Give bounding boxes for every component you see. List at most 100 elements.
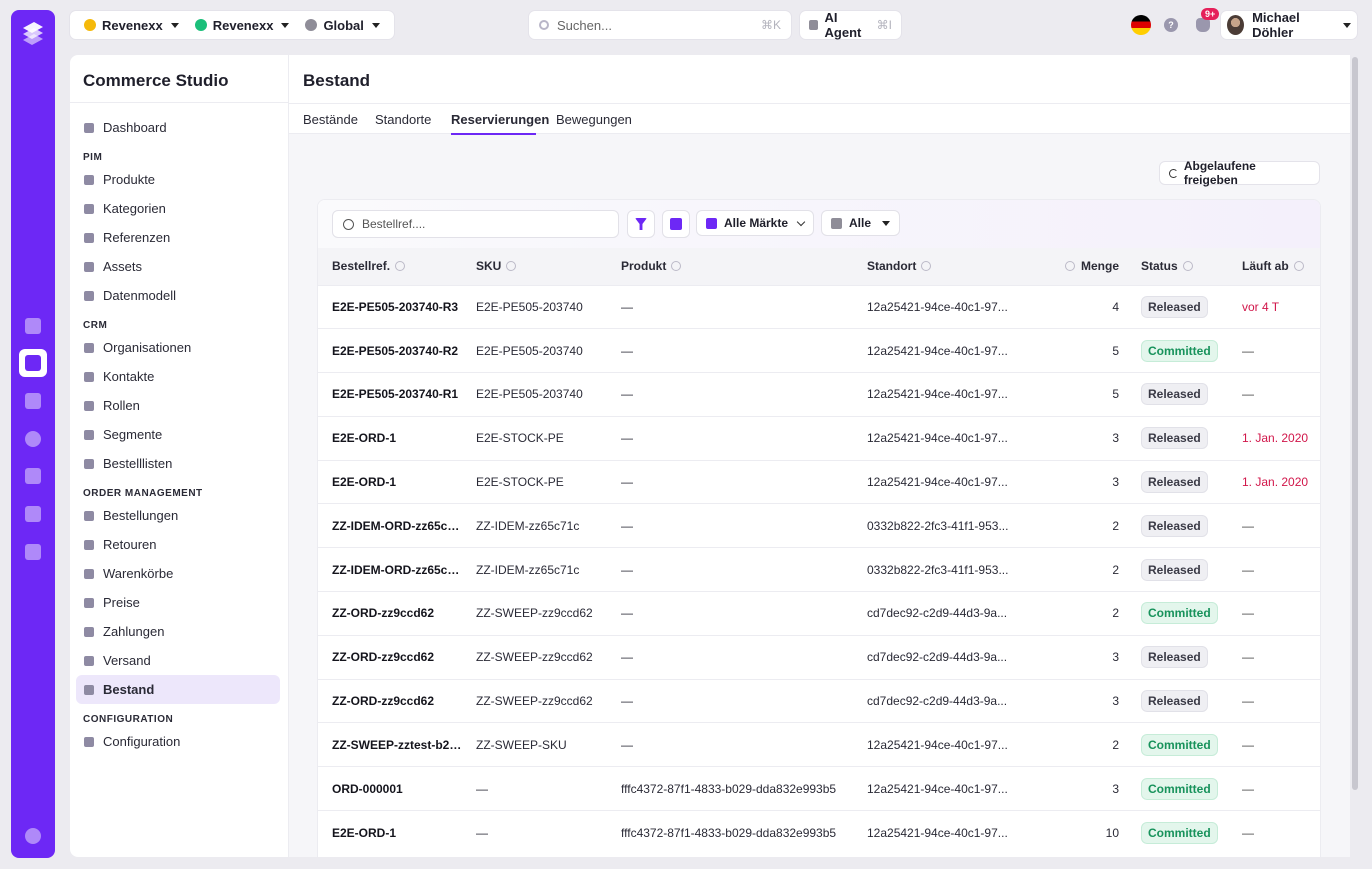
- table-row[interactable]: ORD-000001— fffc4372-87f1-4833-b029-dda83…: [318, 766, 1320, 811]
- page-scrollbar[interactable]: [1352, 57, 1358, 790]
- sidebar-item-segmente[interactable]: Segmente: [76, 420, 280, 449]
- column-header-label: Menge: [1080, 259, 1119, 274]
- rail-analytics-icon[interactable]: [19, 387, 47, 415]
- language-flag-icon[interactable]: [1131, 15, 1151, 35]
- rail-settings-icon[interactable]: [19, 822, 47, 850]
- order-ref-search-input[interactable]: Bestellref....: [332, 210, 619, 238]
- table-row[interactable]: E2E-PE505-203740-R1 E2E-PE505-203740—12a2…: [318, 372, 1320, 417]
- ai-agent-button[interactable]: AI Agent ⌘I: [800, 10, 901, 40]
- ai-agent-label: AI Agent: [824, 10, 862, 40]
- sort-icon[interactable]: [395, 261, 406, 272]
- col-status-header[interactable]: Status: [1127, 248, 1228, 285]
- table-row[interactable]: ZZ-SWEEP-zztest-b2b... ZZ-SWEEP-SKU —12a25…: [318, 722, 1320, 767]
- release-expired-button[interactable]: Abgelaufene freigeben: [1159, 159, 1320, 187]
- sidebar-item-dashboard[interactable]: Dashboard: [76, 113, 280, 142]
- sidebar-item-configuration[interactable]: Configuration: [76, 727, 280, 756]
- sidebar-item-kategorien[interactable]: Kategorien: [76, 194, 280, 223]
- sort-icon[interactable]: [506, 261, 517, 272]
- rail-home-icon[interactable]: [19, 312, 47, 340]
- help-icon[interactable]: ?: [1164, 18, 1178, 32]
- tab-bestaende[interactable]: Bestände: [303, 112, 358, 127]
- col-sku-header[interactable]: SKU: [462, 248, 607, 285]
- col-product-header[interactable]: Produkt: [607, 248, 853, 285]
- rail-apps-icon[interactable]: [19, 500, 47, 528]
- table-row[interactable]: E2E-PE505-203740-R3 E2E-PE505-203740—12a2…: [318, 284, 1320, 329]
- sidebar-item-bestand[interactable]: Bestand: [76, 675, 280, 704]
- sidebar-item-referenzen[interactable]: Referenzen: [76, 223, 280, 252]
- sidebar-item-label: Versand: [103, 653, 151, 668]
- sidebar-item-kontakte[interactable]: Kontakte: [76, 362, 280, 391]
- sidebar-item-organisationen[interactable]: Organisationen: [76, 333, 280, 362]
- table-row[interactable]: E2E-ORD-1— fffc4372-87f1-4833-b029-dda832…: [318, 810, 1320, 855]
- filter-button[interactable]: [627, 210, 655, 238]
- sidebar-item-warenk-rbe[interactable]: Warenkörbe: [76, 559, 280, 588]
- col-quantity-header[interactable]: Menge: [1017, 248, 1127, 285]
- sidebar-item-bestelllisten[interactable]: Bestelllisten: [76, 449, 280, 478]
- col-status-cell: Committed: [1127, 591, 1228, 636]
- market-select[interactable]: Alle Märkte: [696, 210, 815, 236]
- table-row[interactable]: ZZ-IDEM-ORD-zz65c71c ZZ-IDEM-zz65c71c —033…: [318, 503, 1320, 548]
- table-row[interactable]: ZZ-ORD-zz9ccd62 ZZ-SWEEP-zz9ccd62— cd7dec9…: [318, 634, 1320, 680]
- sort-icon[interactable]: [671, 261, 682, 272]
- tab-standorte[interactable]: Standorte: [375, 112, 431, 127]
- sidebar-item-retouren[interactable]: Retouren: [76, 530, 280, 559]
- tenant-select[interactable]: Revenexx: [76, 11, 187, 39]
- sidebar-item-versand[interactable]: Versand: [76, 646, 280, 675]
- col-expires-cell: —: [1228, 766, 1320, 811]
- table-row[interactable]: E2E-ORD-1 E2E-STOCK-PE —12a25421-94ce-40c1…: [318, 415, 1320, 461]
- table-row[interactable]: E2E-ORD-1 E2E-STOCK-PE —12a25421-94ce-40c1…: [318, 459, 1320, 504]
- tab-reservierungen[interactable]: Reservierungen: [451, 112, 549, 127]
- sidebar-item-datenmodell[interactable]: Datenmodell: [76, 281, 280, 310]
- sort-icon[interactable]: [1293, 261, 1304, 272]
- sidebar-item-label: Bestelllisten: [103, 456, 173, 471]
- sidebar-item-rollen[interactable]: Rollen: [76, 391, 280, 420]
- status-badge: Released: [1141, 471, 1208, 494]
- search-placeholder: Suchen...: [557, 17, 612, 33]
- chevron-down-icon: [170, 22, 179, 28]
- reservations-card: Bestellref.... Alle Märkte Alle Bestellr…: [317, 199, 1321, 857]
- column-layout-button[interactable]: [662, 210, 690, 238]
- rail-pin-icon[interactable]: [19, 425, 47, 453]
- sidebar-item-assets[interactable]: Assets: [76, 252, 280, 281]
- col-expires-header[interactable]: Läuft ab: [1228, 248, 1320, 285]
- user-menu[interactable]: Michael Döhler: [1221, 10, 1357, 40]
- shop-select[interactable]: Revenexx: [187, 11, 298, 39]
- region-select[interactable]: Global: [297, 11, 387, 39]
- sort-icon[interactable]: [921, 261, 932, 272]
- col-quantity-cell: 3: [1017, 634, 1127, 680]
- sidebar-item-bestellungen[interactable]: Bestellungen: [76, 501, 280, 530]
- sidebar-item-preise[interactable]: Preise: [76, 588, 280, 617]
- col-location-header[interactable]: Standort: [853, 248, 1017, 285]
- sidebar-item-zahlungen[interactable]: Zahlungen: [76, 617, 280, 646]
- status-badge: Released: [1141, 427, 1208, 450]
- rail-commerce-icon[interactable]: [19, 349, 47, 377]
- status-select[interactable]: Alle: [821, 210, 901, 236]
- sort-icon[interactable]: [1182, 261, 1193, 272]
- sort-icon[interactable]: [1064, 261, 1075, 272]
- global-search[interactable]: Suchen... ⌘K: [529, 11, 791, 39]
- rail-cube-icon[interactable]: [19, 538, 47, 566]
- user-name: Michael Döhler: [1252, 10, 1300, 40]
- bell-icon[interactable]: [1196, 18, 1210, 32]
- brand-logo-icon[interactable]: [20, 20, 46, 46]
- col-location-cell: cd7dec92-c2d9-44d3-9a...: [853, 634, 1017, 680]
- cube-icon: [84, 510, 94, 521]
- col-sku-cell: E2E-STOCK-PE: [462, 415, 607, 461]
- status-select-label: Alle: [849, 216, 872, 230]
- table-row[interactable]: ZZ-ORD-zz9ccd62 ZZ-SWEEP-zz9ccd62— cd7dec9…: [318, 591, 1320, 636]
- tab-bewegungen[interactable]: Bewegungen: [556, 112, 632, 127]
- image-icon: [84, 261, 94, 272]
- col-status-cell: Released: [1127, 459, 1228, 504]
- col-status-cell: Released: [1127, 678, 1228, 723]
- rail-bolt-icon[interactable]: [19, 462, 47, 490]
- sidebar-item-produkte[interactable]: Produkte: [76, 165, 280, 194]
- table-row[interactable]: ZZ-IDEM-ORD-zz65c71c ZZ-IDEM-zz65c71c —033…: [318, 547, 1320, 592]
- filter-bar: Bestellref.... Alle Märkte Alle: [318, 200, 1320, 248]
- shop-label: Revenexx: [212, 17, 274, 33]
- app-rail: [11, 10, 55, 858]
- col-status-cell: Released: [1127, 372, 1228, 417]
- table-row[interactable]: E2E-PE505-203740-R2 E2E-PE505-203740—12a2…: [318, 328, 1320, 373]
- table-row[interactable]: ZZ-ORD-zz9ccd62 ZZ-SWEEP-zz9ccd62— cd7dec9…: [318, 678, 1320, 723]
- col-sku-cell: ZZ-SWEEP-SKU: [462, 722, 607, 767]
- col-order-ref-header[interactable]: Bestellref.: [318, 248, 462, 285]
